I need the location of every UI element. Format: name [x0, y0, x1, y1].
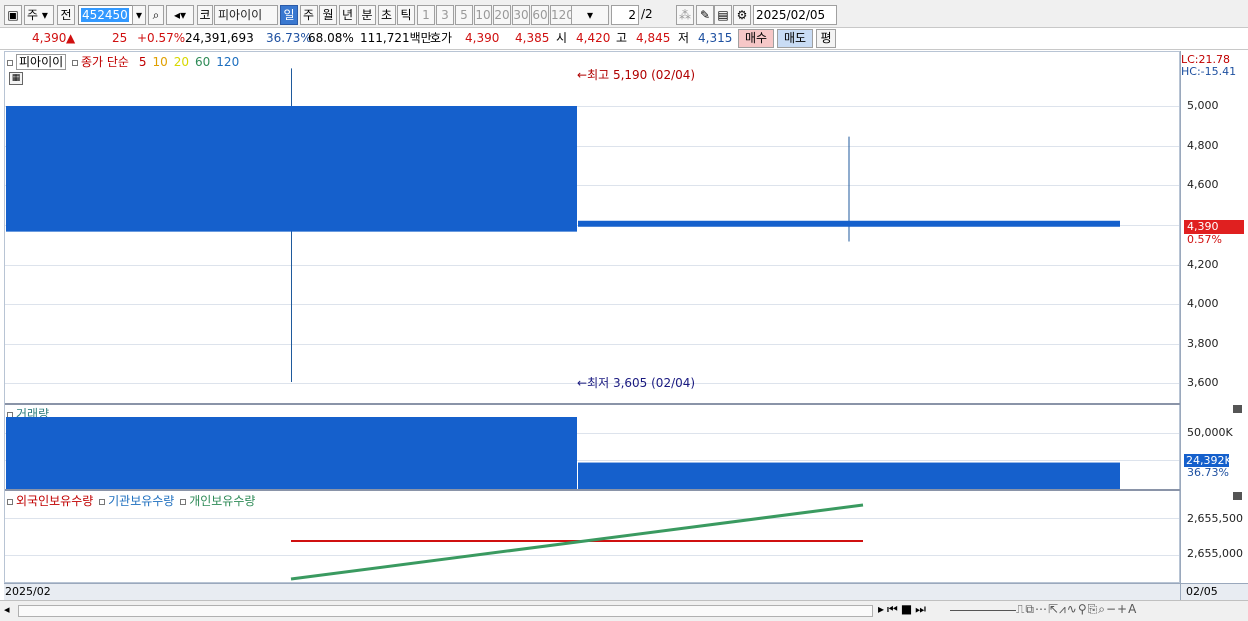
eval-button[interactable]: 평: [816, 29, 836, 48]
period-select[interactable]: 주 ▾: [24, 5, 54, 25]
candle-body: [6, 106, 577, 232]
quote-bar: 4,390 ▲ 25 +0.57% 24,391,693 36.73% 68.0…: [0, 28, 1248, 50]
page-input[interactable]: 2: [611, 5, 639, 25]
scroll-left-icon[interactable]: ◂: [4, 603, 10, 616]
ratio2: 68.08%: [308, 31, 354, 45]
ytick: 3,800: [1187, 337, 1219, 350]
interval-button[interactable]: 60: [531, 5, 549, 25]
period-button[interactable]: 월: [319, 5, 337, 25]
low-label: 저: [678, 31, 690, 45]
low-marker-label: 최저 3,605 (02/04): [587, 376, 696, 390]
buy-button[interactable]: 매수: [738, 29, 774, 48]
low-price: 4,315: [698, 31, 733, 45]
prev-button[interactable]: 전: [57, 5, 75, 25]
main-toolbar: ▣ 주 ▾ 전 452450 ▾ ⌕ ◂▾ 코 피아이이 일주월년분초틱 135…: [0, 0, 1248, 28]
high-price: 4,845: [636, 31, 671, 45]
date-input[interactable]: 2025/02/05: [753, 5, 837, 25]
interval-dropdown[interactable]: ▾: [571, 5, 609, 25]
ytick: 50,000K: [1187, 426, 1233, 439]
gear-icon[interactable]: ⚙: [733, 5, 751, 25]
current-pct-tag: 0.57%: [1187, 233, 1222, 246]
ytick: 2,655,000: [1187, 547, 1243, 560]
interval-button[interactable]: 3: [436, 5, 454, 25]
current-price: 4,390: [32, 31, 67, 45]
pane-close-icon[interactable]: [1233, 492, 1242, 500]
high-marker: ←최고 5,190 (02/04): [577, 68, 696, 82]
ytick: 4,800: [1187, 139, 1219, 152]
horizontal-scrollbar[interactable]: [18, 605, 873, 617]
volume-ratio: 36.73%: [266, 31, 312, 45]
date-value: 2025/02/05: [756, 8, 826, 22]
period-button[interactable]: 일: [280, 5, 298, 25]
interval-button[interactable]: 5: [455, 5, 473, 25]
ask-price: 4,390: [465, 31, 500, 45]
bid-price: 4,385: [515, 31, 550, 45]
pane-close-icon[interactable]: [1233, 405, 1242, 413]
playback-controls[interactable]: ▸⏮■⏭: [878, 602, 929, 617]
volume-value: 24,391,693: [185, 31, 254, 45]
save-icon[interactable]: ▤: [714, 5, 732, 25]
period-select-label: 주: [27, 8, 39, 22]
hc-label: HC:-15.41: [1181, 65, 1237, 78]
zoom-slider[interactable]: [950, 610, 1016, 611]
y-axis: LC:21.78 HC:-15.41 5,000 4,800 4,600 4,2…: [1180, 51, 1248, 583]
volume-chart: [6, 417, 1120, 489]
bottom-bar: ◂ ▸⏮■⏭ ⎍⧉⋯⇱⩘∿⚲⎘⌕−+A: [0, 600, 1248, 621]
ytick: 4,200: [1187, 258, 1219, 271]
high-marker-label: 최고 5,190 (02/04): [587, 68, 696, 82]
volume-pct-tag: 36.73%: [1187, 466, 1229, 479]
open-label: 시: [556, 31, 568, 45]
speaker-icon[interactable]: ◂▾: [166, 5, 194, 25]
ytick: 5,000: [1187, 99, 1219, 112]
candle-body: [578, 220, 1120, 227]
sell-button[interactable]: 매도: [777, 29, 813, 48]
high-label: 고: [616, 31, 628, 45]
period-button[interactable]: 주: [299, 5, 318, 25]
current-price-tag: 4,390: [1184, 220, 1244, 234]
market-label: 코: [197, 5, 213, 25]
up-arrow-icon: ▲: [66, 31, 76, 45]
hoga-label: 호가: [430, 31, 453, 45]
x-axis-right: 02/05: [1180, 583, 1248, 600]
trade-amount: 111,721백만: [360, 31, 432, 45]
period-button[interactable]: 분: [358, 5, 376, 25]
x-axis: 2025/02: [4, 583, 1180, 600]
holder-chart: [290, 503, 864, 581]
drawing-tools[interactable]: ⎍⧉⋯⇱⩘∿⚲⎘⌕−+A: [1016, 602, 1137, 617]
low-marker: ←최저 3,605 (02/04): [577, 376, 696, 390]
interval-button[interactable]: 20: [493, 5, 511, 25]
ticker-code: 452450: [81, 8, 129, 22]
x-label-right: 02/05: [1186, 585, 1218, 598]
interval-button[interactable]: 10: [474, 5, 492, 25]
search-icon[interactable]: ⌕: [148, 5, 164, 25]
interval-button[interactable]: 1: [417, 5, 435, 25]
ytick: 4,600: [1187, 178, 1219, 191]
ticker-dropdown-icon[interactable]: ▾: [132, 5, 146, 25]
tool-icon[interactable]: ✎: [696, 5, 714, 25]
stock-name: 피아이이: [214, 5, 278, 25]
compare-icon[interactable]: ⁂: [676, 5, 694, 25]
price-chart: [6, 68, 1120, 383]
price-change: 25: [112, 31, 128, 45]
period-button[interactable]: 초: [377, 5, 396, 25]
chart-area[interactable]: 피아이이 종가 단순 5 10 20 60 120 ▦ ←최고 5,190 (02/04…: [4, 51, 1248, 583]
window-icon[interactable]: ▣: [4, 5, 22, 25]
ytick: 3,600: [1187, 376, 1219, 389]
volume-bar: [578, 462, 1120, 489]
ytick: 2,655,500: [1187, 512, 1243, 525]
change-pct: +0.57%: [137, 31, 186, 45]
volume-bar: [6, 417, 577, 489]
page-total: /2: [641, 7, 653, 21]
ytick: 4,000: [1187, 297, 1219, 310]
period-button[interactable]: 틱: [397, 5, 415, 25]
period-button[interactable]: 년: [338, 5, 357, 25]
interval-button[interactable]: 120: [550, 5, 574, 25]
open-price: 4,420: [576, 31, 611, 45]
x-label-left: 2025/02: [5, 585, 51, 598]
interval-button[interactable]: 30: [512, 5, 530, 25]
